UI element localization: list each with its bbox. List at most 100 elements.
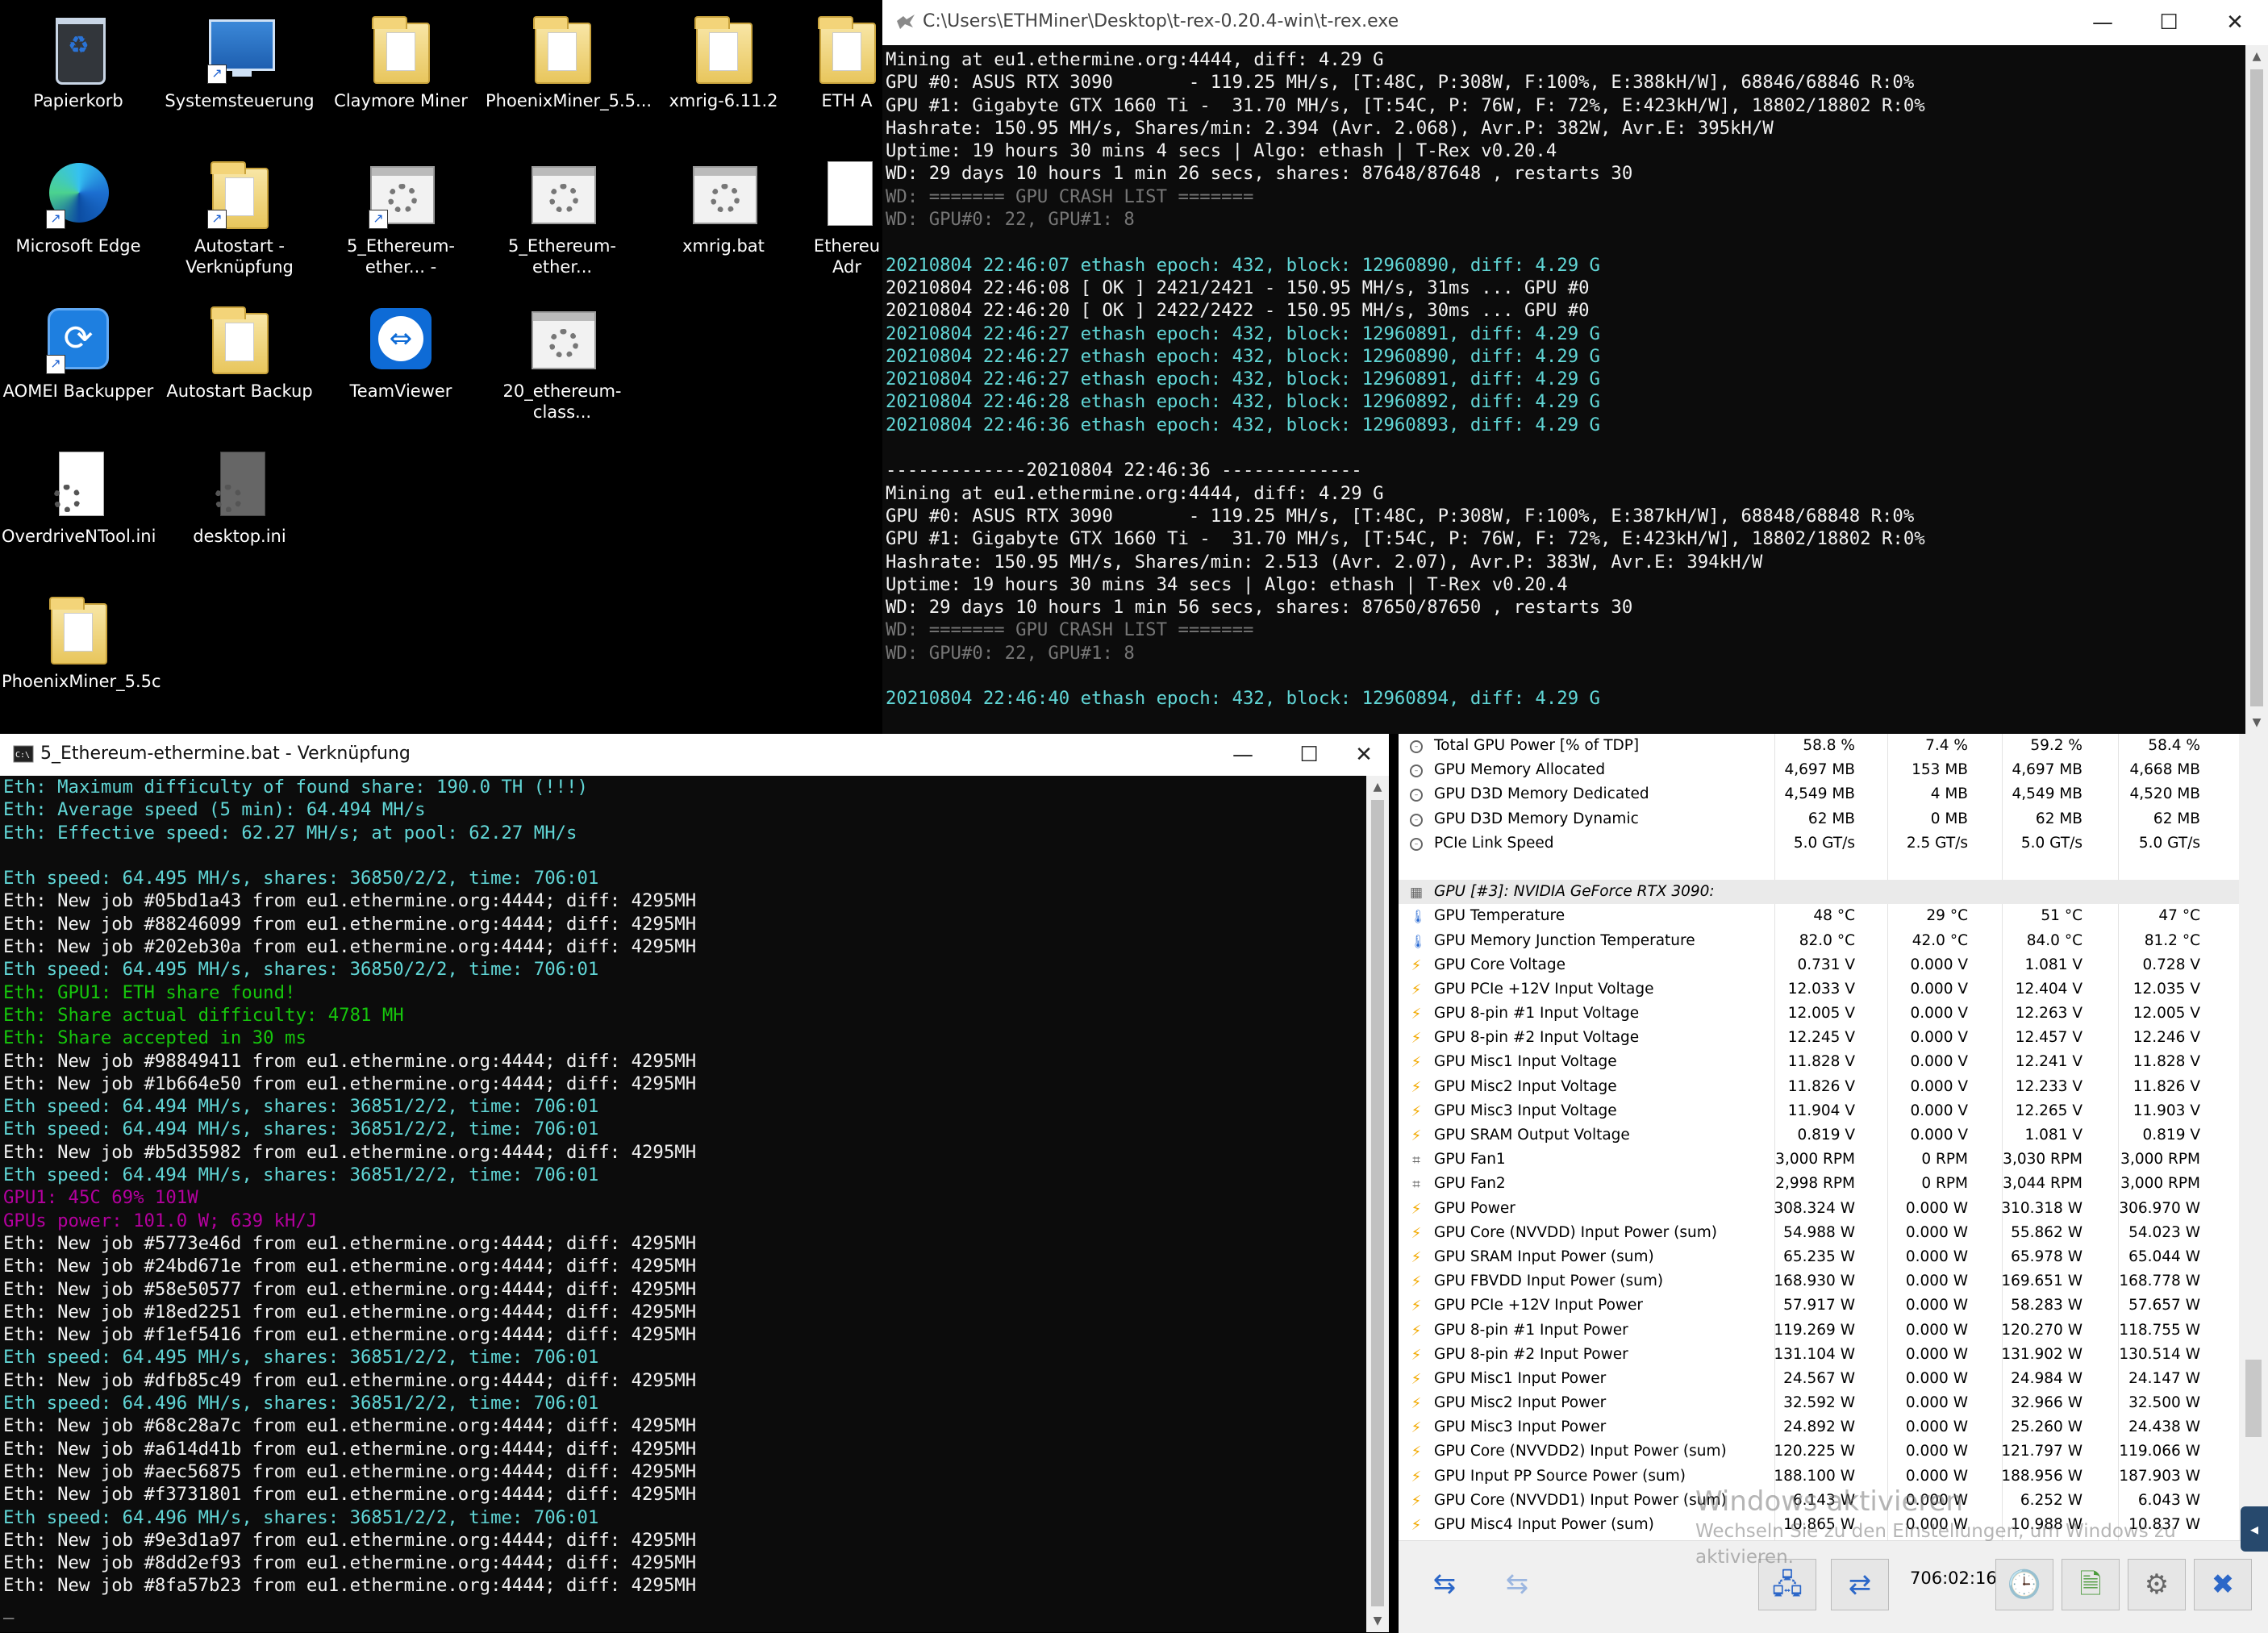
sensor-min-value: 0.000 V <box>1910 980 1969 998</box>
desktop-icon-autostart-backup[interactable]: Autostart Backup <box>163 300 316 402</box>
sensor-name: PCIe Link Speed <box>1434 834 1554 852</box>
desktop-icon-5-ethereum[interactable]: 5_Ethereum-ether... <box>486 155 639 277</box>
sensor-row[interactable]: ⚡ GPU PCIe +12V Input Power 57.917 W 0.000 … <box>1399 1293 2239 1318</box>
desktop-icon-xmrig-bat[interactable]: xmrig.bat <box>647 155 800 256</box>
trex-close-button[interactable]: ✕ <box>2202 0 2268 45</box>
sensor-row[interactable]: ⚡ GPU Misc2 Input Power 32.592 W 0.000 W 32.… <box>1399 1391 2239 1415</box>
scroll-up-arrow-icon[interactable]: ▲ <box>2245 45 2268 68</box>
desktop-icon-label: Microsoft Edge <box>15 236 141 256</box>
scrollbar-thumb[interactable] <box>2245 1360 2262 1437</box>
console-line: Hashrate: 150.95 MH/s, Shares/min: 2.394… <box>886 117 1774 139</box>
claymore-maximize-button[interactable]: ☐ <box>1281 734 1337 776</box>
sensor-row[interactable]: ⚡ GPU 8-pin #1 Input Voltage 12.005 V 0.000… <box>1399 1002 2239 1026</box>
sensor-row[interactable]: ⚡ GPU Misc2 Input Voltage 11.826 V 0.000 V 1… <box>1399 1075 2239 1099</box>
sensor-min-value: 0 MB <box>1930 810 1968 827</box>
trex-console-window[interactable]: C:\Users\ETHMiner\Desktop\t-rex-0.20.4-w… <box>882 0 2268 734</box>
console-line: Eth speed: 64.496 MH/s, shares: 36851/2/… <box>3 1506 599 1528</box>
scrollbar-thumb[interactable] <box>1371 800 1384 1606</box>
sensor-row[interactable]: ⚡ GPU Misc1 Input Voltage 11.828 V 0.000 V 1… <box>1399 1050 2239 1074</box>
sensor-row[interactable]: ⚡ GPU Core (NVVDD) Input Power (sum) 54.98… <box>1399 1221 2239 1245</box>
desktop-icon-phoenixminer-5-5c[interactable]: PhoenixMiner_5.5c <box>2 590 161 692</box>
claymore-console-window[interactable]: C:\ 5_Ethereum-ethermine.bat - Verknüpfu… <box>0 734 1389 1632</box>
console-line: Eth: New job #8dd2ef93 from eu1.ethermin… <box>3 1552 697 1574</box>
sensor-avg-value: 0.728 V <box>2142 956 2201 973</box>
sensor-row[interactable]: 🌡 GPU Memory Junction Temperature 82.0 °C 4… <box>1399 929 2239 953</box>
scroll-down-arrow-icon[interactable]: ▼ <box>1366 1610 1389 1632</box>
desktop-icon-overdriventool-ini[interactable]: OverdriveNTool.ini <box>2 445 156 547</box>
sensor-row[interactable]: ⚡ GPU 8-pin #2 Input Voltage 12.245 V 0.000… <box>1399 1026 2239 1050</box>
desktop-icon-systemsteuerung[interactable]: ↗ Systemsteuerung <box>163 10 316 111</box>
sensor-row[interactable]: ⚡ GPU SRAM Output Voltage 0.819 V 0.000 V 1.… <box>1399 1123 2239 1148</box>
trex-titlebar[interactable]: C:\Users\ETHMiner\Desktop\t-rex-0.20.4-w… <box>882 0 2268 45</box>
trex-maximize-button[interactable]: ☐ <box>2136 0 2202 45</box>
desktop-icon-label: Claymore Miner <box>334 91 468 110</box>
sensor-row[interactable]: ⚡ GPU Power 308.324 W 0.000 W 310.318 W 306.9… <box>1399 1197 2239 1221</box>
sensor-row[interactable]: 🌡 GPU Temperature 48 °C 29 °C 51 °C 47 °C <box>1399 904 2239 928</box>
clock-icon[interactable]: 🕒 <box>1995 1559 2053 1610</box>
desktop-icon-ethereum-adr[interactable]: Ethereu Adr <box>807 155 887 277</box>
desktop-icon-5-ethereum-shortcut[interactable]: ↗ 5_Ethereum-ether... - <box>324 155 477 277</box>
scrollbar-thumb[interactable] <box>2250 69 2263 706</box>
sensor-row[interactable]: ⚡ GPU Core (NVVDD2) Input Power (sum) 120.… <box>1399 1439 2239 1464</box>
sensor-current-value: 131.104 W <box>1774 1345 1855 1363</box>
sensor-row[interactable]: ⚡ GPU FBVDD Input Power (sum) 168.930 W 0.0… <box>1399 1269 2239 1293</box>
scroll-up-arrow-icon[interactable]: ▲ <box>1366 776 1389 798</box>
console-line: Eth: New job #f1ef5416 from eu1.ethermin… <box>3 1324 697 1346</box>
sensor-row[interactable]: ⚡ GPU 8-pin #1 Input Power 119.269 W 0.000 … <box>1399 1318 2239 1343</box>
sensor-scrollbar[interactable] <box>2239 734 2268 1540</box>
console-line: WD: GPU#0: 22, GPU#1: 8 <box>886 642 1135 664</box>
sensor-name: GPU Misc3 Input Voltage <box>1434 1102 1617 1119</box>
hwinfo-sensors-window[interactable]: – Total GPU Power [% of TDP] 58.8 % 7.4 % 59… <box>1399 734 2268 1633</box>
close-x-icon[interactable]: ✖ <box>2194 1559 2252 1610</box>
sensor-row[interactable]: ⚡ GPU Misc3 Input Power 24.892 W 0.000 W 25.… <box>1399 1415 2239 1439</box>
desktop-icon-xmrig[interactable]: xmrig-6.11.2 <box>647 10 800 111</box>
sensor-row[interactable]: ⚡ GPU Core Voltage 0.731 V 0.000 V 1.081 V 0.… <box>1399 953 2239 977</box>
claymore-minimize-button[interactable]: — <box>1215 734 1271 776</box>
desktop-icon-eth-a[interactable]: ETH A <box>807 10 887 111</box>
sensor-row[interactable]: ⌗ GPU Fan2 2,998 RPM 0 RPM 3,044 RPM 3,000 RP… <box>1399 1172 2239 1196</box>
sensor-max-value: 84.0 °C <box>2026 931 2082 949</box>
sensor-group-header[interactable]: ▦ GPU [#3]: NVIDIA GeForce RTX 3090: <box>1399 880 2239 905</box>
sensor-row[interactable]: – PCIe Link Speed 5.0 GT/s 2.5 GT/s 5.0 GT/s… <box>1399 831 2239 856</box>
sensor-row[interactable]: – GPU Memory Allocated 4,697 MB 153 MB 4,697… <box>1399 758 2239 782</box>
desktop-icon-microsoft-edge[interactable]: ↗ Microsoft Edge <box>2 155 155 256</box>
desktop-icon-label: desktop.ini <box>193 527 286 546</box>
layout-icon[interactable]: ⇄ <box>1831 1559 1889 1610</box>
settings-gear-icon[interactable]: ⚙ <box>2128 1559 2186 1610</box>
desktop-icon-20-ethereum-classic[interactable]: 20_ethereum-class... <box>486 300 639 423</box>
side-panel-tab-icon[interactable]: ◂ <box>2241 1506 2268 1552</box>
sensor-row[interactable]: ⌗ GPU Fan1 3,000 RPM 0 RPM 3,030 RPM 3,000 RP… <box>1399 1148 2239 1172</box>
sensor-name: GPU D3D Memory Dedicated <box>1434 785 1649 803</box>
sensor-row[interactable]: – GPU D3D Memory Dedicated 4,549 MB 4 MB 4,5… <box>1399 782 2239 806</box>
sensor-row[interactable]: ⚡ GPU 8-pin #2 Input Power 131.104 W 0.000 … <box>1399 1343 2239 1367</box>
desktop-icon-phoenixminer[interactable]: PhoenixMiner_5.5... <box>486 10 652 111</box>
desktop-icon-autostart-shortcut[interactable]: ↗ Autostart - Verknüpfung <box>163 155 316 277</box>
sensor-row[interactable]: ⚡ GPU Misc1 Input Power 24.567 W 0.000 W 24.… <box>1399 1367 2239 1391</box>
desktop-icon-papierkorb[interactable]: ♻ Papierkorb <box>2 10 155 111</box>
nav-left-right-icon[interactable]: ⇆ <box>1410 1559 1479 1609</box>
nav-left-right-disabled-icon[interactable]: ⇆ <box>1482 1559 1552 1609</box>
sensor-row[interactable]: – Total GPU Power [% of TDP] 58.8 % 7.4 % 59… <box>1399 734 2239 758</box>
desktop-icon-claymore-miner[interactable]: Claymore Miner <box>324 10 477 111</box>
sensor-max-value: 120.270 W <box>2001 1321 2082 1339</box>
claymore-titlebar[interactable]: C:\ 5_Ethereum-ethermine.bat - Verknüpfu… <box>0 734 1389 776</box>
desktop-icon-teamviewer[interactable]: ⇔ TeamViewer <box>324 300 477 402</box>
sensor-row[interactable]: ⚡ GPU PCIe +12V Input Voltage 12.033 V 0.00… <box>1399 977 2239 1002</box>
trex-minimize-button[interactable]: — <box>2070 0 2136 45</box>
desktop-icon-aomei-backupper[interactable]: ⟳ ↗ AOMEI Backupper <box>2 300 155 402</box>
sensor-row[interactable]: ⚡ GPU Misc3 Input Voltage 11.904 V 0.000 V 1… <box>1399 1099 2239 1123</box>
sensor-min-value: 0.000 W <box>1905 1199 1968 1217</box>
scroll-down-arrow-icon[interactable]: ▼ <box>2245 711 2268 734</box>
console-line: Eth: Share actual difficulty: 4781 MH <box>3 1004 404 1026</box>
sensor-min-value: 0.000 V <box>1910 1029 1969 1047</box>
sensor-row[interactable]: – GPU D3D Memory Dynamic 62 MB 0 MB 62 MB 62 … <box>1399 807 2239 831</box>
trex-scrollbar[interactable]: ▲ ▼ <box>2245 45 2268 734</box>
desktop-icon-desktop-ini[interactable]: desktop.ini <box>163 445 316 547</box>
console-line: Eth: Share accepted in 30 ms <box>3 1027 306 1049</box>
add-report-icon[interactable]: 🗎 <box>2062 1559 2120 1610</box>
sensor-max-value: 4,697 MB <box>2012 761 2083 779</box>
sensor-row[interactable]: ⚡ GPU SRAM Input Power (sum) 65.235 W 0.000… <box>1399 1245 2239 1269</box>
sensor-circle-icon: – <box>1410 813 1423 827</box>
claymore-close-button[interactable]: ✕ <box>1336 734 1392 776</box>
claymore-scrollbar[interactable]: ▲ ▼ <box>1366 776 1389 1632</box>
